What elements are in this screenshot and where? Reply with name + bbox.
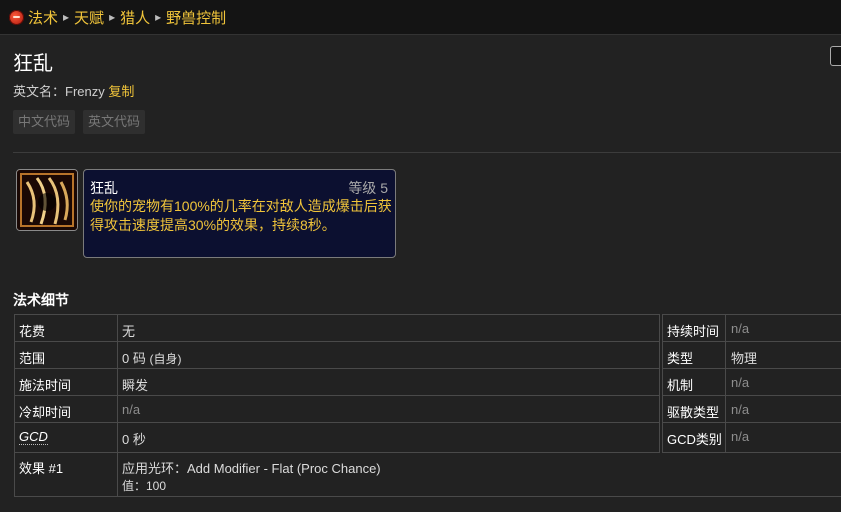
copy-link[interactable]: 复制	[108, 84, 134, 99]
spell-panel: 狂乱 英文名：Frenzy 复制 中文代码 英文代码 狂乱 等级 5 使你的宠物…	[0, 35, 841, 512]
frenzy-claw-icon	[16, 169, 78, 231]
table-row: GCD 0 秒	[15, 423, 659, 450]
spell-tooltip: 狂乱 等级 5 使你的宠物有100%的几率在对敌人造成爆击后获得攻击速度提高30…	[83, 169, 396, 258]
table-row: 施法时间 瞬发	[15, 369, 659, 396]
range-value: 0 码	[122, 351, 146, 366]
table-row: 机制 n/a	[663, 369, 841, 396]
tooltip-description: 使你的宠物有100%的几率在对敌人造成爆击后获得攻击速度提高30%的效果，持续8…	[90, 198, 392, 233]
row-key: 范围	[19, 351, 46, 366]
breadcrumb-bar: 法术 ▸ 天赋 ▸ 猎人 ▸ 野兽控制	[0, 0, 841, 35]
row-value: 物理	[731, 351, 758, 366]
row-key: 驱散类型	[667, 405, 720, 420]
breadcrumb-item-beast-mastery[interactable]: 野兽控制	[166, 7, 226, 28]
breadcrumb-separator-icon: ▸	[155, 10, 162, 24]
details-table-right: 持续时间 n/a 类型 物理 机制 n/a 驱散类型 n/a GCD类别 n/a	[662, 314, 841, 453]
table-row: 范围 0 码 (自身)	[15, 342, 659, 369]
row-value: n/a	[731, 429, 750, 444]
section-title-spell-details: 法术细节	[13, 292, 69, 308]
table-column-divider	[117, 453, 118, 496]
tooltip-spell-name: 狂乱	[90, 180, 118, 196]
effect-aura: 应用光环：Add Modifier - Flat (Proc Chance)	[122, 461, 381, 476]
details-table-left: 花费 无 范围 0 码 (自身) 施法时间 瞬发 冷却时间 n/a GCD 0 …	[14, 314, 660, 453]
row-key: 机制	[667, 378, 694, 393]
table-row: 冷却时间 n/a	[15, 396, 659, 423]
site-logo-icon[interactable]	[9, 9, 24, 25]
breadcrumb-item-talents[interactable]: 天赋	[74, 7, 104, 28]
row-value: 无	[122, 324, 136, 339]
english-name-label: 英文名：	[13, 84, 66, 99]
english-code-button[interactable]: 英文代码	[83, 110, 146, 134]
row-value: 0 码 (自身)	[122, 348, 181, 367]
row-key: 施法时间	[19, 378, 72, 393]
table-row: 驱散类型 n/a	[663, 396, 841, 423]
english-name-line: 英文名：Frenzy 复制	[13, 81, 134, 100]
row-key: 类型	[667, 351, 694, 366]
chinese-code-button[interactable]: 中文代码	[13, 110, 76, 134]
table-row: 花费 无	[15, 315, 659, 342]
breadcrumb-separator-icon: ▸	[63, 10, 70, 24]
divider	[13, 152, 841, 153]
gcd-help-link[interactable]: GCD	[19, 429, 48, 445]
row-key: 花费	[19, 324, 46, 339]
table-row: 类型 物理	[663, 342, 841, 369]
tooltip-rank: 等级 5	[348, 180, 388, 196]
breadcrumb-separator-icon: ▸	[109, 10, 116, 24]
breadcrumb-item-spells[interactable]: 法术	[28, 7, 58, 28]
english-name-value: Frenzy	[65, 84, 105, 99]
table-row: 持续时间 n/a	[663, 315, 841, 342]
row-key: GCD类别	[667, 432, 722, 447]
row-value: n/a	[731, 321, 750, 336]
row-value: 瞬发	[122, 378, 149, 393]
row-key: 持续时间	[667, 324, 720, 339]
page-title: 狂乱	[13, 53, 53, 75]
row-value: n/a	[731, 402, 750, 417]
effect-value: 值：100	[122, 479, 167, 493]
effect-key: 效果 #1	[19, 461, 64, 476]
breadcrumb-item-hunter[interactable]: 猎人	[120, 7, 150, 28]
table-row: GCD类别 n/a	[663, 423, 841, 450]
row-value: 0 秒	[122, 432, 146, 447]
row-value: n/a	[731, 375, 750, 390]
row-key: 冷却时间	[19, 405, 72, 420]
range-extra: (自身)	[149, 352, 182, 366]
frenzy-claw-icon-graphic	[17, 170, 77, 230]
row-value: n/a	[122, 402, 141, 417]
effect-row: 效果 #1 应用光环：Add Modifier - Flat (Proc Cha…	[14, 453, 841, 497]
corner-toggle-button[interactable]	[830, 46, 841, 66]
